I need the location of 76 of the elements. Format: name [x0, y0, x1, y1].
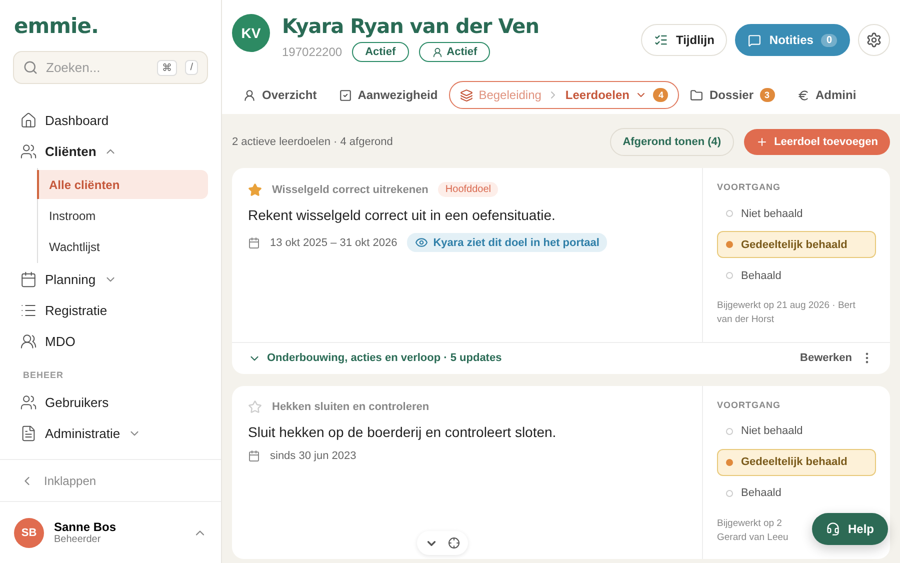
nav-subitem[interactable]: Alle cliënten [37, 170, 208, 199]
client-avatar: KV [232, 14, 270, 52]
collapse-button[interactable]: Inklappen [0, 459, 221, 501]
user-role: Beheerder [54, 534, 102, 545]
search-icon [23, 60, 38, 75]
edit-link[interactable]: Bewerken [800, 352, 852, 364]
summary-text: 2 actieve leerdoelen · 4 afgerond [232, 136, 394, 148]
nav-item[interactable]: Administratie [20, 419, 221, 448]
updated-note: Bijgewerkt op 21 aug 2026 · Bert van der Horst [717, 299, 856, 328]
star-icon[interactable] [248, 400, 262, 414]
client-number: 197022200 [282, 45, 342, 59]
progress-option[interactable]: Niet behaald [717, 418, 876, 444]
nav-item[interactable]: Cliënten [20, 137, 221, 166]
plus-icon [756, 136, 768, 148]
goal-title: Wisselgeld correct uitrekenen [272, 184, 428, 196]
settings-button[interactable] [858, 24, 890, 56]
euro-icon [796, 88, 810, 102]
document-icon [20, 425, 37, 442]
notes-button[interactable]: Notities 0 [735, 24, 850, 56]
nav-item[interactable]: Gebruikers [20, 388, 221, 417]
eye-icon [415, 236, 428, 249]
nav-subitem[interactable]: Wachtlijst [37, 232, 208, 261]
user-name: Sanne Bos [54, 520, 118, 534]
calendar-icon [20, 271, 37, 288]
nav-item[interactable]: MDO [20, 327, 221, 356]
person-icon [243, 88, 256, 102]
tab[interactable]: Overzicht [232, 81, 328, 109]
logo: emmie. [13, 13, 100, 38]
list-icon [654, 33, 668, 47]
goal-title: Hekken sluiten en controleren [272, 400, 430, 412]
goal-description: Sluit hekken op de boerderij en controleert sloten. [248, 424, 558, 440]
goal-dates: sinds 30 jun 2023 [270, 450, 356, 462]
search-field[interactable]: Zoeken... ⌘ / [13, 51, 208, 84]
people-icon [20, 143, 37, 160]
calendar-icon [248, 450, 260, 462]
status-badge: Actief [352, 42, 409, 62]
folder-icon [690, 88, 704, 102]
client-name: Kyara Ryan van der Ven [282, 14, 540, 38]
show-completed-button[interactable]: Afgerond tonen (4) [610, 128, 734, 156]
crosshair-icon[interactable] [448, 537, 460, 549]
progress-option[interactable]: Gedeeltelijk behaald [717, 448, 876, 476]
people-icon [20, 394, 37, 411]
status-badge: Actief [418, 42, 490, 62]
chat-bubble-icon [748, 34, 762, 46]
progress-heading: VOORTGANG [717, 400, 782, 410]
layers-icon [460, 88, 473, 102]
progress-heading: VOORTGANG [717, 182, 782, 192]
group-icon [20, 333, 37, 350]
nav-subitem[interactable]: Instroom [37, 201, 208, 230]
star-icon[interactable] [248, 182, 262, 196]
user-avatar: SB [14, 518, 44, 548]
nav-item[interactable]: Planning [20, 265, 221, 294]
progress-option[interactable]: Behaald [717, 480, 876, 506]
timeline-button[interactable]: Tijdlijn [640, 24, 728, 56]
portal-visibility-tag: Kyara ziet dit doel in het portaal [407, 233, 608, 252]
section-heading: BEHEER [23, 370, 65, 380]
house-icon [20, 112, 37, 129]
tab[interactable]: Aanwezigheid [328, 81, 449, 109]
tab[interactable]: Begeleiding Leerdoelen 4 [448, 81, 680, 109]
tab[interactable]: Admini [786, 81, 868, 109]
tab[interactable]: Dossier 3 [679, 81, 786, 109]
progress-option[interactable]: Gedeeltelijk behaald [717, 231, 876, 258]
goal-dates: 13 okt 2025 – 31 okt 2026 [270, 236, 398, 248]
updated-note: Bijgewerkt op 2 Gerard van Leeu [717, 516, 788, 545]
calendar-icon [248, 236, 260, 248]
progress-option[interactable]: Behaald [717, 262, 876, 289]
details-toggle[interactable]: Onderbouwing, acties en verloop · 5 updates [248, 352, 792, 364]
help-button[interactable]: Help [812, 513, 888, 545]
headset-icon [826, 522, 840, 536]
progress-option[interactable]: Niet behaald [717, 200, 876, 227]
goal-description: Rekent wisselgeld correct uit in een oefensituatie. [248, 207, 556, 223]
checkbox-icon [338, 88, 352, 102]
nav-item[interactable]: Dashboard [20, 106, 221, 135]
settings-icon [866, 32, 882, 48]
main-goal-tag: Hoofddoel [438, 182, 498, 197]
nav-item[interactable]: Registratie [20, 296, 221, 325]
